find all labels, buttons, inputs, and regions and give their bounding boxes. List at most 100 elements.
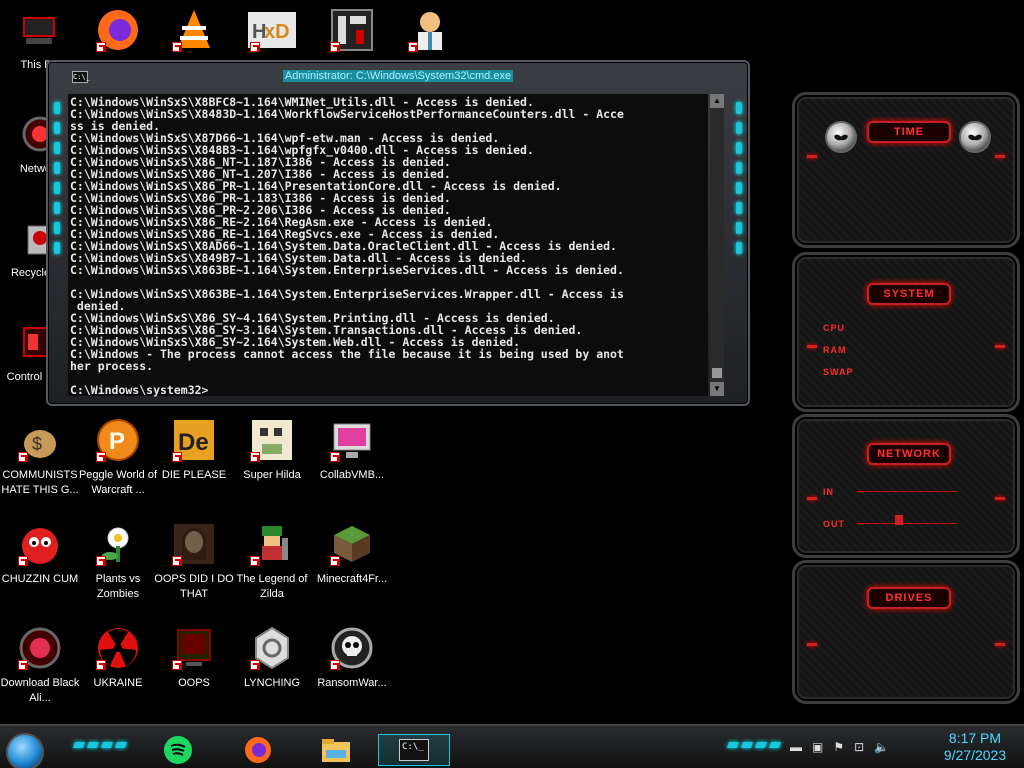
desktop-icon-communists[interactable]: $ COMMUNISTS HATE THIS G...	[0, 416, 80, 498]
taskbar-leds	[72, 742, 128, 748]
cmd-scrollbar[interactable]: ▲ ▼	[710, 94, 724, 396]
tray-overflow-icon[interactable]: ▬	[790, 740, 802, 754]
flag-icon[interactable]: ⚑	[833, 740, 844, 754]
shortcut-arrow-icon	[172, 452, 182, 462]
cmd-console[interactable]: C:\Windows\WinSxS\X8BFC8~1.164\WMINet_Ut…	[68, 94, 708, 396]
shortcut-arrow-icon	[172, 660, 182, 670]
desktop-icon-blackali[interactable]: Download Black Ali...	[0, 624, 80, 706]
desktop-icon-label: OOPS	[178, 677, 210, 689]
network-title: NETWORK	[867, 443, 951, 465]
volume-icon[interactable]: 🔈	[874, 740, 889, 754]
drives-gadget[interactable]: DRIVES	[792, 560, 1020, 704]
red-accent	[807, 155, 817, 158]
shortcut-arrow-icon	[330, 660, 340, 670]
shortcut-arrow-icon	[250, 452, 260, 462]
desktop-icon-label: LYNCHING	[243, 677, 301, 689]
folder-icon	[322, 739, 350, 762]
cmd-line: her process.	[70, 359, 154, 373]
desktop-icon-label: Minecraft4Fr...	[316, 573, 388, 585]
red-accent	[807, 345, 817, 348]
net-in-label: IN	[823, 487, 834, 497]
cmd-line: C:\Windows\WinSxS\X863BE~1.164\System.En…	[70, 287, 624, 301]
cmd-titlebar[interactable]: C:\_ Administrator: C:\Windows\System32\…	[68, 70, 728, 86]
cmd-title: Administrator: C:\Windows\System32\cmd.e…	[282, 70, 514, 82]
cmd-taskbar-button[interactable]: C:\_	[378, 734, 450, 766]
blackali-icon	[16, 624, 64, 672]
shortcut-arrow-icon	[18, 556, 28, 566]
cmd-line: C:\Windows\WinSxS\X8483D~1.164\WorkflowS…	[70, 107, 624, 121]
ransomware-icon	[328, 624, 376, 672]
collabvm-icon	[328, 416, 376, 464]
cmd-line: C:\Windows - The process cannot access t…	[70, 347, 624, 361]
red-accent	[995, 155, 1005, 158]
desktop-icon-peggle[interactable]: P Peggle World of Warcraft ...	[78, 416, 158, 498]
communists-icon: $	[16, 416, 64, 464]
net-in-graph	[857, 491, 957, 492]
alien-icon	[825, 121, 857, 153]
tray-network-icon[interactable]: ▣	[812, 740, 823, 754]
cmd-right-leds	[736, 102, 742, 262]
desktop-icon-doctor[interactable]	[390, 6, 470, 58]
net-out-spike	[895, 515, 903, 525]
alien-icon	[959, 121, 991, 153]
desktop-icon-label: Plants vs Zombies	[95, 573, 141, 600]
cmd-line: C:\Windows\system32>	[70, 383, 209, 397]
cmd-output: C:\Windows\WinSxS\X8BFC8~1.164\WMINet_Ut…	[68, 94, 708, 398]
desktop-icon-chuzzin[interactable]: CHUZZIN CUM	[0, 520, 80, 587]
scroll-up-icon[interactable]: ▲	[710, 94, 724, 108]
start-button[interactable]	[6, 733, 44, 768]
desktop-icon-label: Super Hilda	[243, 469, 301, 481]
super-hilda-icon	[248, 416, 296, 464]
time-gadget[interactable]: TIME	[792, 92, 1020, 248]
cmd-window[interactable]: C:\_ Administrator: C:\Windows\System32\…	[46, 60, 750, 406]
desktop: This PC HxD Network Recycle Bin Control Pane…	[0, 0, 1024, 768]
clock[interactable]: 8:17 PM 9/27/2023	[930, 730, 1020, 764]
desktop-icon-die-please[interactable]: De DIE PLEASE	[154, 416, 234, 483]
desktop-icon-zilda[interactable]: The Legend of Zilda	[232, 520, 312, 602]
shortcut-arrow-icon	[250, 660, 260, 670]
desktop-icon-hxd[interactable]: HxD	[232, 6, 312, 58]
clock-date: 9/27/2023	[943, 747, 1007, 763]
oops-did-icon	[170, 520, 218, 568]
shortcut-arrow-icon	[330, 556, 340, 566]
file-explorer-taskbar-button[interactable]	[318, 734, 354, 766]
shortcut-arrow-icon	[408, 42, 418, 52]
desktop-icon-ransomware[interactable]: RansomWar...	[312, 624, 392, 691]
network-gadget[interactable]: NETWORK IN OUT	[792, 414, 1020, 558]
desktop-icon-oops[interactable]: OOPS	[154, 624, 234, 691]
svg-text:P: P	[109, 428, 125, 455]
taskbar: C:\_ ▬ ▣ ⚑ ⊡ 🔈 8:17 PM 9/27/2023	[0, 724, 1024, 768]
desktop-icon-firefox[interactable]	[78, 6, 158, 58]
desktop-icon-minecraft[interactable]: Minecraft4Fr...	[312, 520, 392, 587]
network-status-icon[interactable]: ⊡	[854, 740, 864, 754]
pvz-icon	[94, 520, 142, 568]
system-gadget[interactable]: SYSTEM CPU RAM SWAP	[792, 252, 1020, 412]
desktop-icon-label: Peggle World of Warcraft ...	[78, 469, 158, 496]
shortcut-arrow-icon	[96, 660, 106, 670]
zilda-icon	[248, 520, 296, 568]
desktop-icon-ukraine[interactable]: UKRAINE	[78, 624, 158, 691]
spotify-taskbar-button[interactable]	[160, 734, 196, 766]
firefox-icon	[94, 6, 142, 54]
die-please-icon: De	[170, 416, 218, 464]
svg-text:xD: xD	[264, 21, 290, 43]
system-tray: ▬ ▣ ⚑ ⊡ 🔈	[790, 740, 889, 754]
desktop-icon-lynching[interactable]: LYNCHING	[232, 624, 312, 691]
desktop-icon-label: COMMUNISTS HATE THIS G...	[1, 469, 79, 496]
net-out-label: OUT	[823, 519, 845, 529]
desktop-icon-app5[interactable]	[312, 6, 392, 58]
svg-text:De: De	[178, 429, 209, 456]
taskbar-leds-right	[726, 742, 782, 748]
desktop-icon-pvz[interactable]: Plants vs Zombies	[78, 520, 158, 602]
desktop-icon-label: Download Black Ali...	[0, 677, 80, 704]
scroll-down-icon[interactable]: ▼	[710, 382, 724, 396]
desktop-icon-vlc[interactable]	[154, 6, 234, 58]
red-accent	[995, 345, 1005, 348]
desktop-icon-super-hilda[interactable]: Super Hilda	[232, 416, 312, 483]
shortcut-arrow-icon	[250, 42, 260, 52]
desktop-icon-label: UKRAINE	[93, 677, 143, 689]
desktop-icon-oops-did[interactable]: OOPS DID I DO THAT	[154, 520, 234, 602]
desktop-icon-collabvm[interactable]: CollabVMB...	[312, 416, 392, 483]
scroll-thumb[interactable]	[712, 368, 722, 378]
firefox-taskbar-button[interactable]	[240, 734, 276, 766]
